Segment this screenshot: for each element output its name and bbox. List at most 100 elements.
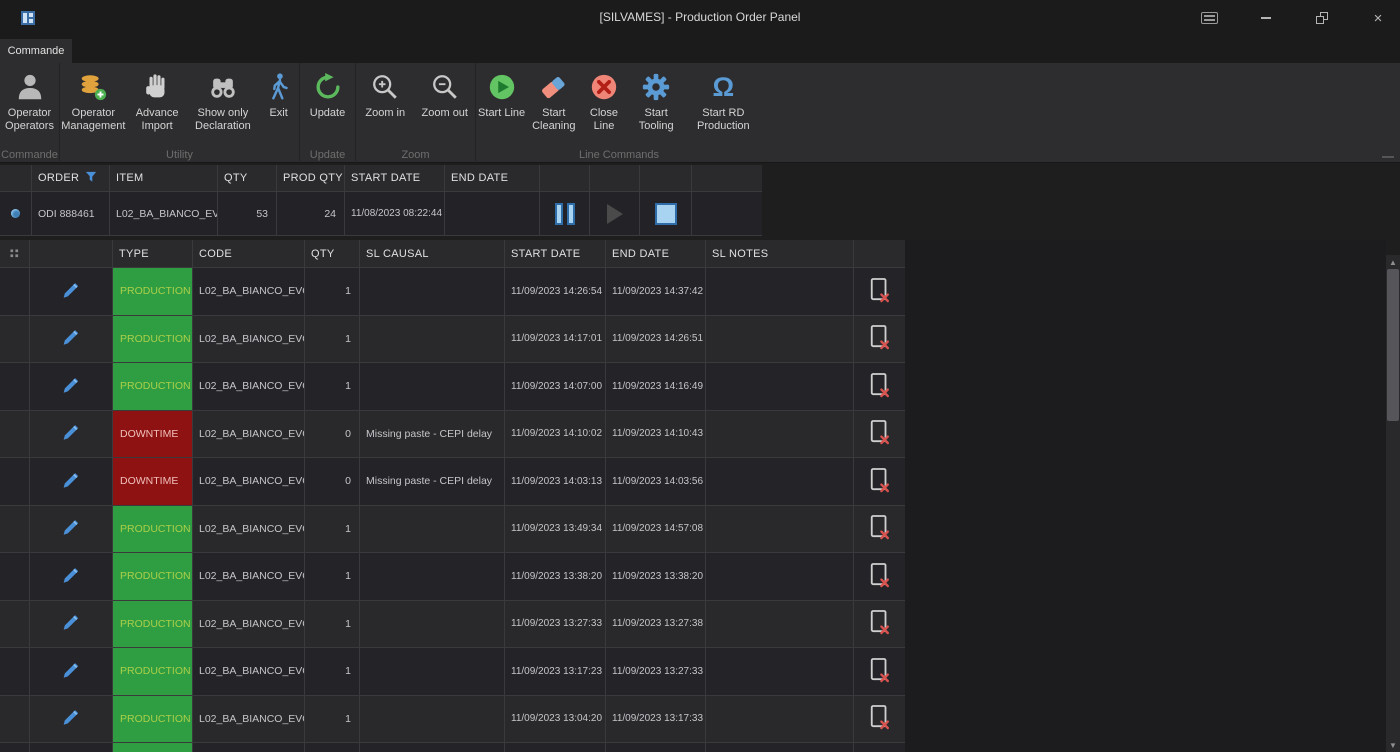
table-row[interactable]: PRODUCTION L02_BA_BIANCO_EVO2 1 11/09/20… <box>0 696 905 744</box>
start-tooling-button[interactable]: Start Tooling <box>628 70 684 133</box>
end-date-column-header[interactable]: END DATE <box>606 240 706 267</box>
table-row[interactable]: PRODUCTION L02_BA_BIANCO_EVO2 1 11/09/20… <box>0 316 905 364</box>
edit-button[interactable] <box>30 268 113 315</box>
table-row[interactable]: DOWNTIME L02_BA_BIANCO_EVO2 0 Missing pa… <box>0 458 905 506</box>
edit-button[interactable] <box>30 553 113 600</box>
sl-notes-column-header[interactable]: SL NOTES <box>706 240 854 267</box>
delete-button[interactable] <box>854 601 905 648</box>
pencil-icon <box>60 564 82 589</box>
operator-operators-button[interactable]: Operator Operators <box>1 70 59 133</box>
qty-value: 53 <box>218 192 277 235</box>
qty-cell: 1 <box>305 363 360 410</box>
restore-icon[interactable] <box>1307 8 1337 28</box>
edit-button[interactable] <box>30 506 113 553</box>
code-column-header[interactable]: CODE <box>193 240 305 267</box>
table-row[interactable]: PRODUCTION L02_BA_BIANCO_EVO2 1 11/09/20… <box>0 648 905 696</box>
prod-qty-column-header[interactable]: PROD QTY <box>277 165 345 191</box>
edit-button[interactable] <box>30 648 113 695</box>
scroll-down-icon[interactable]: ▼ <box>1386 738 1400 752</box>
end-date-cell: 11/09/2023 14:03:56 <box>606 458 706 505</box>
document-delete-icon <box>869 372 891 401</box>
start-date-column-header[interactable]: START DATE <box>505 240 606 267</box>
delete-button[interactable] <box>854 696 905 743</box>
stop-button[interactable] <box>640 192 692 235</box>
end-date-column-header[interactable]: END DATE <box>445 165 540 191</box>
scrollbar-thumb[interactable] <box>1387 269 1399 421</box>
vertical-scrollbar[interactable]: ▲ ▼ <box>1386 255 1400 752</box>
play-button[interactable] <box>590 192 640 235</box>
app-window: [SILVAMES] - Production Order Panel × Co… <box>0 0 1400 752</box>
delete-button[interactable] <box>854 363 905 410</box>
start-date-cell: 11/09/2023 13:49:34 <box>505 506 606 553</box>
type-cell: PRODUCTION <box>113 696 193 743</box>
end-date-cell: 11/09/2023 14:10:43 <box>606 411 706 458</box>
sl-causal-column-header[interactable]: SL CAUSAL <box>360 240 505 267</box>
order-column-header[interactable]: ORDER <box>32 165 110 191</box>
button-label: Zoom out <box>422 107 468 120</box>
delete-button[interactable] <box>854 411 905 458</box>
delete-button[interactable] <box>854 316 905 363</box>
show-only-declaration-button[interactable]: Show only Declaration <box>188 70 258 133</box>
table-row[interactable]: PRODUCTION L02_BA_BIANCO_EVO2 1 11/09/20… <box>0 601 905 649</box>
start-rd-production-button[interactable]: Ω Start RD Production <box>685 70 761 133</box>
edit-button[interactable] <box>30 411 113 458</box>
advance-import-button[interactable]: Advance Import <box>127 70 187 133</box>
button-label: Start Tooling <box>628 107 684 133</box>
delete-button[interactable] <box>854 506 905 553</box>
table-row[interactable]: PRODUCTION L02_BA_BIANCO_EVO2 1 11/09/20… <box>0 506 905 554</box>
minimize-icon[interactable] <box>1251 8 1281 28</box>
edit-button[interactable] <box>30 696 113 743</box>
row-spacer <box>692 192 762 235</box>
document-delete-icon <box>869 324 891 353</box>
funnel-icon[interactable] <box>85 171 97 186</box>
causal-cell <box>360 553 505 600</box>
exit-button[interactable]: Exit <box>259 70 299 133</box>
zoom-out-button[interactable]: Zoom out <box>416 70 474 120</box>
document-delete-icon <box>869 467 891 496</box>
ribbon-splitter-grip[interactable] <box>1382 156 1394 158</box>
table-row-partial[interactable] <box>0 743 905 752</box>
start-line-button[interactable]: Start Line <box>477 70 527 133</box>
refresh-icon <box>311 70 345 104</box>
header-spacer <box>540 165 590 191</box>
row-indicator <box>0 268 30 315</box>
operator-management-button[interactable]: Operator Management <box>60 70 126 133</box>
end-date-cell: 11/09/2023 13:38:20 <box>606 553 706 600</box>
table-row[interactable]: PRODUCTION L02_BA_BIANCO_EVO2 1 11/09/20… <box>0 553 905 601</box>
edit-button[interactable] <box>30 363 113 410</box>
close-icon[interactable]: × <box>1363 8 1393 28</box>
tab-commande[interactable]: Commande <box>0 39 72 63</box>
scroll-up-icon[interactable]: ▲ <box>1386 255 1400 269</box>
delete-button[interactable] <box>854 648 905 695</box>
delete-button[interactable] <box>854 553 905 600</box>
code-cell: L02_BA_BIANCO_EVO2 <box>193 363 305 410</box>
item-column-header[interactable]: ITEM <box>110 165 218 191</box>
edit-button[interactable] <box>30 316 113 363</box>
ribbon-group-label: Line Commands <box>476 149 762 161</box>
walking-person-icon <box>262 70 296 104</box>
keyboard-icon[interactable] <box>1194 8 1224 28</box>
ribbon-group-update: Update Update <box>300 63 356 163</box>
type-cell: DOWNTIME <box>113 458 193 505</box>
pause-button[interactable] <box>540 192 590 235</box>
table-row[interactable]: PRODUCTION L02_BA_BIANCO_EVO2 1 11/09/20… <box>0 363 905 411</box>
start-cleaning-button[interactable]: Start Cleaning <box>528 70 580 133</box>
update-button[interactable]: Update <box>302 70 354 120</box>
delete-button[interactable] <box>854 268 905 315</box>
row-indicator <box>0 601 30 648</box>
qty-column-header[interactable]: QTY <box>305 240 360 267</box>
type-column-header[interactable]: TYPE <box>113 240 193 267</box>
qty-column-header[interactable]: QTY <box>218 165 277 191</box>
close-line-button[interactable]: Close Line <box>581 70 627 133</box>
button-label: Start Cleaning <box>528 107 580 133</box>
edit-button[interactable] <box>30 601 113 648</box>
start-date-column-header[interactable]: START DATE <box>345 165 445 191</box>
table-row[interactable]: PRODUCTION L02_BA_BIANCO_EVO2 1 11/09/20… <box>0 268 905 316</box>
order-row[interactable]: ODI 888461 L02_BA_BIANCO_EV... 53 24 11/… <box>0 192 762 236</box>
end-date-cell: 11/09/2023 14:37:42 <box>606 268 706 315</box>
zoom-in-button[interactable]: Zoom in <box>357 70 413 120</box>
binoculars-icon <box>206 70 240 104</box>
delete-button[interactable] <box>854 458 905 505</box>
edit-button[interactable] <box>30 458 113 505</box>
table-row[interactable]: DOWNTIME L02_BA_BIANCO_EVO2 0 Missing pa… <box>0 411 905 459</box>
